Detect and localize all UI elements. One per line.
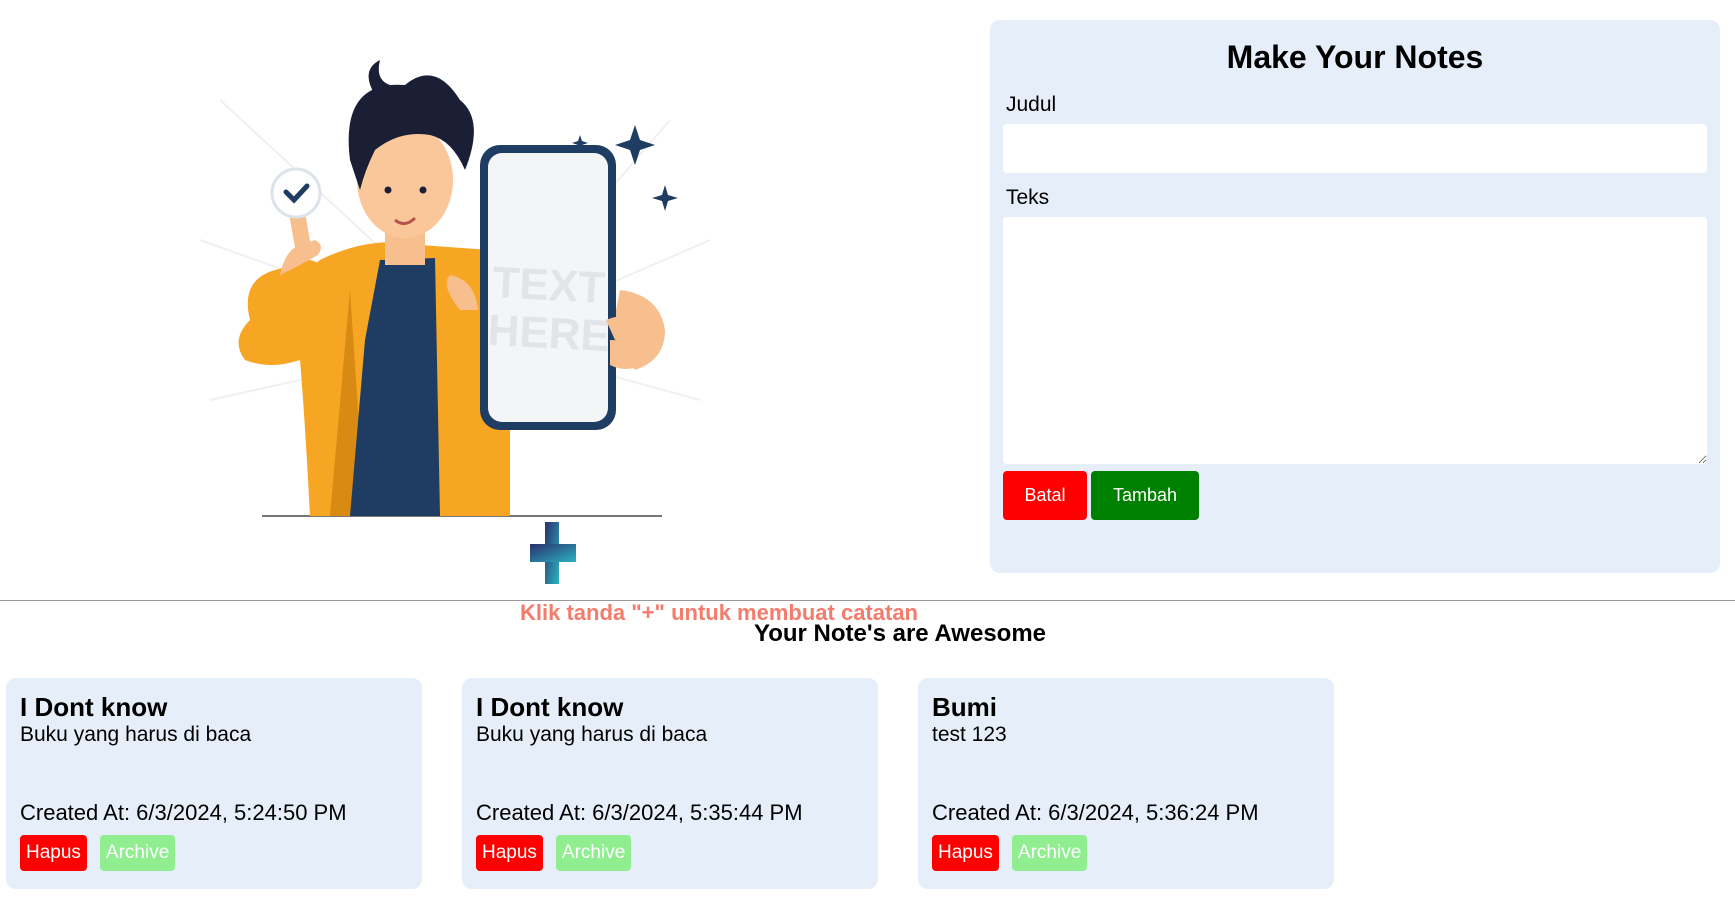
- text-label: Teks: [1006, 186, 1050, 209]
- hero-illustration: TEXT HERE Klik tanda "+" untuk membuat c…: [190, 40, 918, 625]
- note-actions: Hapus Archive: [932, 835, 1088, 871]
- delete-note-button[interactable]: Hapus: [20, 835, 87, 871]
- title-label: Judul: [1006, 93, 1057, 116]
- note-title: Bumi: [932, 692, 997, 722]
- note-created-at: Created At: 6/3/2024, 5:35:44 PM: [476, 800, 803, 825]
- cancel-button[interactable]: Batal: [1003, 471, 1087, 520]
- phone-text-line1: TEXT: [491, 258, 606, 313]
- title-input[interactable]: [1003, 124, 1707, 173]
- form-actions: Batal Tambah: [1003, 471, 1707, 520]
- note-body: test 123: [932, 723, 1007, 746]
- section-divider: [0, 600, 1735, 601]
- delete-note-button[interactable]: Hapus: [476, 835, 543, 871]
- add-button[interactable]: Tambah: [1091, 471, 1199, 520]
- phone-text-line2: HERE: [486, 306, 611, 361]
- person-holding-phone-illustration: TEXT HERE: [199, 60, 711, 517]
- form-title: Make Your Notes: [1226, 39, 1484, 75]
- note-form-panel: Make Your Notes Judul Teks Batal Tambah: [990, 20, 1720, 573]
- note-created-at: Created At: 6/3/2024, 5:36:24 PM: [932, 800, 1259, 825]
- note-card: I Dont know Buku yang harus di baca Crea…: [6, 678, 422, 889]
- note-title: I Dont know: [476, 692, 624, 722]
- note-created-at: Created At: 6/3/2024, 5:24:50 PM: [20, 800, 347, 825]
- note-actions: Hapus Archive: [20, 835, 176, 871]
- note-title: I Dont know: [20, 692, 168, 722]
- notes-list: I Dont know Buku yang harus di baca Crea…: [6, 678, 1334, 889]
- note-card: Bumi test 123 Created At: 6/3/2024, 5:36…: [918, 678, 1334, 889]
- archive-note-button[interactable]: Archive: [555, 835, 632, 871]
- archive-note-button[interactable]: Archive: [99, 835, 176, 871]
- note-card: I Dont know Buku yang harus di baca Crea…: [462, 678, 878, 889]
- note-actions: Hapus Archive: [476, 835, 632, 871]
- note-body: Buku yang harus di baca: [476, 723, 708, 746]
- delete-note-button[interactable]: Hapus: [932, 835, 999, 871]
- top-section: TEXT HERE Klik tanda "+" untuk membuat c…: [0, 0, 1735, 625]
- note-body: Buku yang harus di baca: [20, 723, 252, 746]
- add-note-plus-button[interactable]: [530, 522, 576, 584]
- archive-note-button[interactable]: Archive: [1011, 835, 1088, 871]
- notes-heading: Your Note's are Awesome: [753, 620, 1047, 647]
- text-input[interactable]: [1003, 217, 1707, 464]
- plus-icon: [530, 522, 576, 584]
